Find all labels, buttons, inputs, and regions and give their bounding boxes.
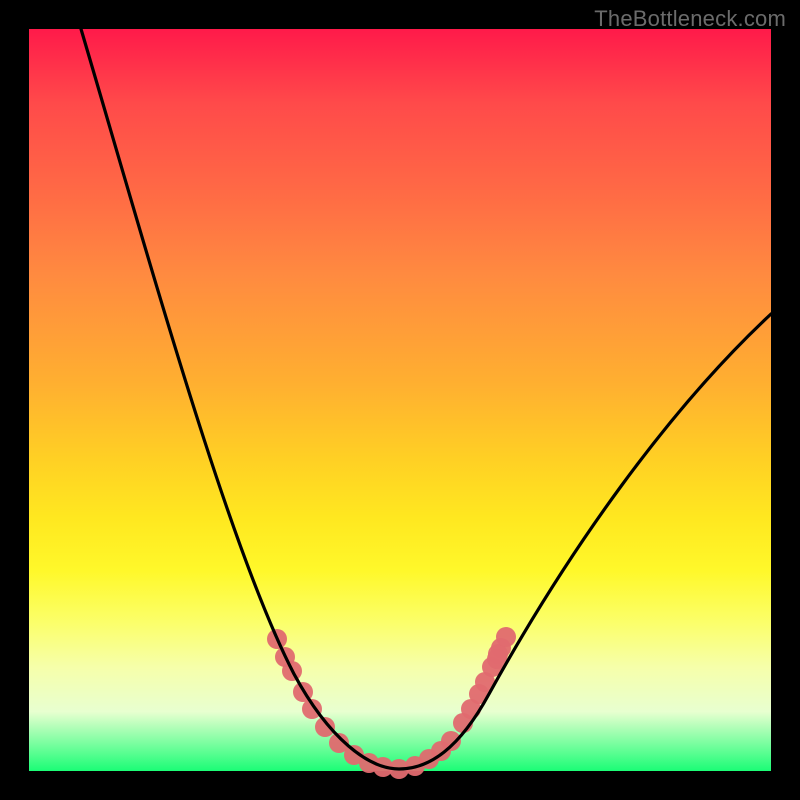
bottleneck-chart — [29, 29, 771, 771]
bottleneck-curve — [81, 29, 771, 769]
highlight-dots — [267, 627, 516, 779]
watermark-text: TheBottleneck.com — [594, 6, 786, 32]
plot-area — [29, 29, 771, 771]
marker-dot — [496, 627, 516, 647]
